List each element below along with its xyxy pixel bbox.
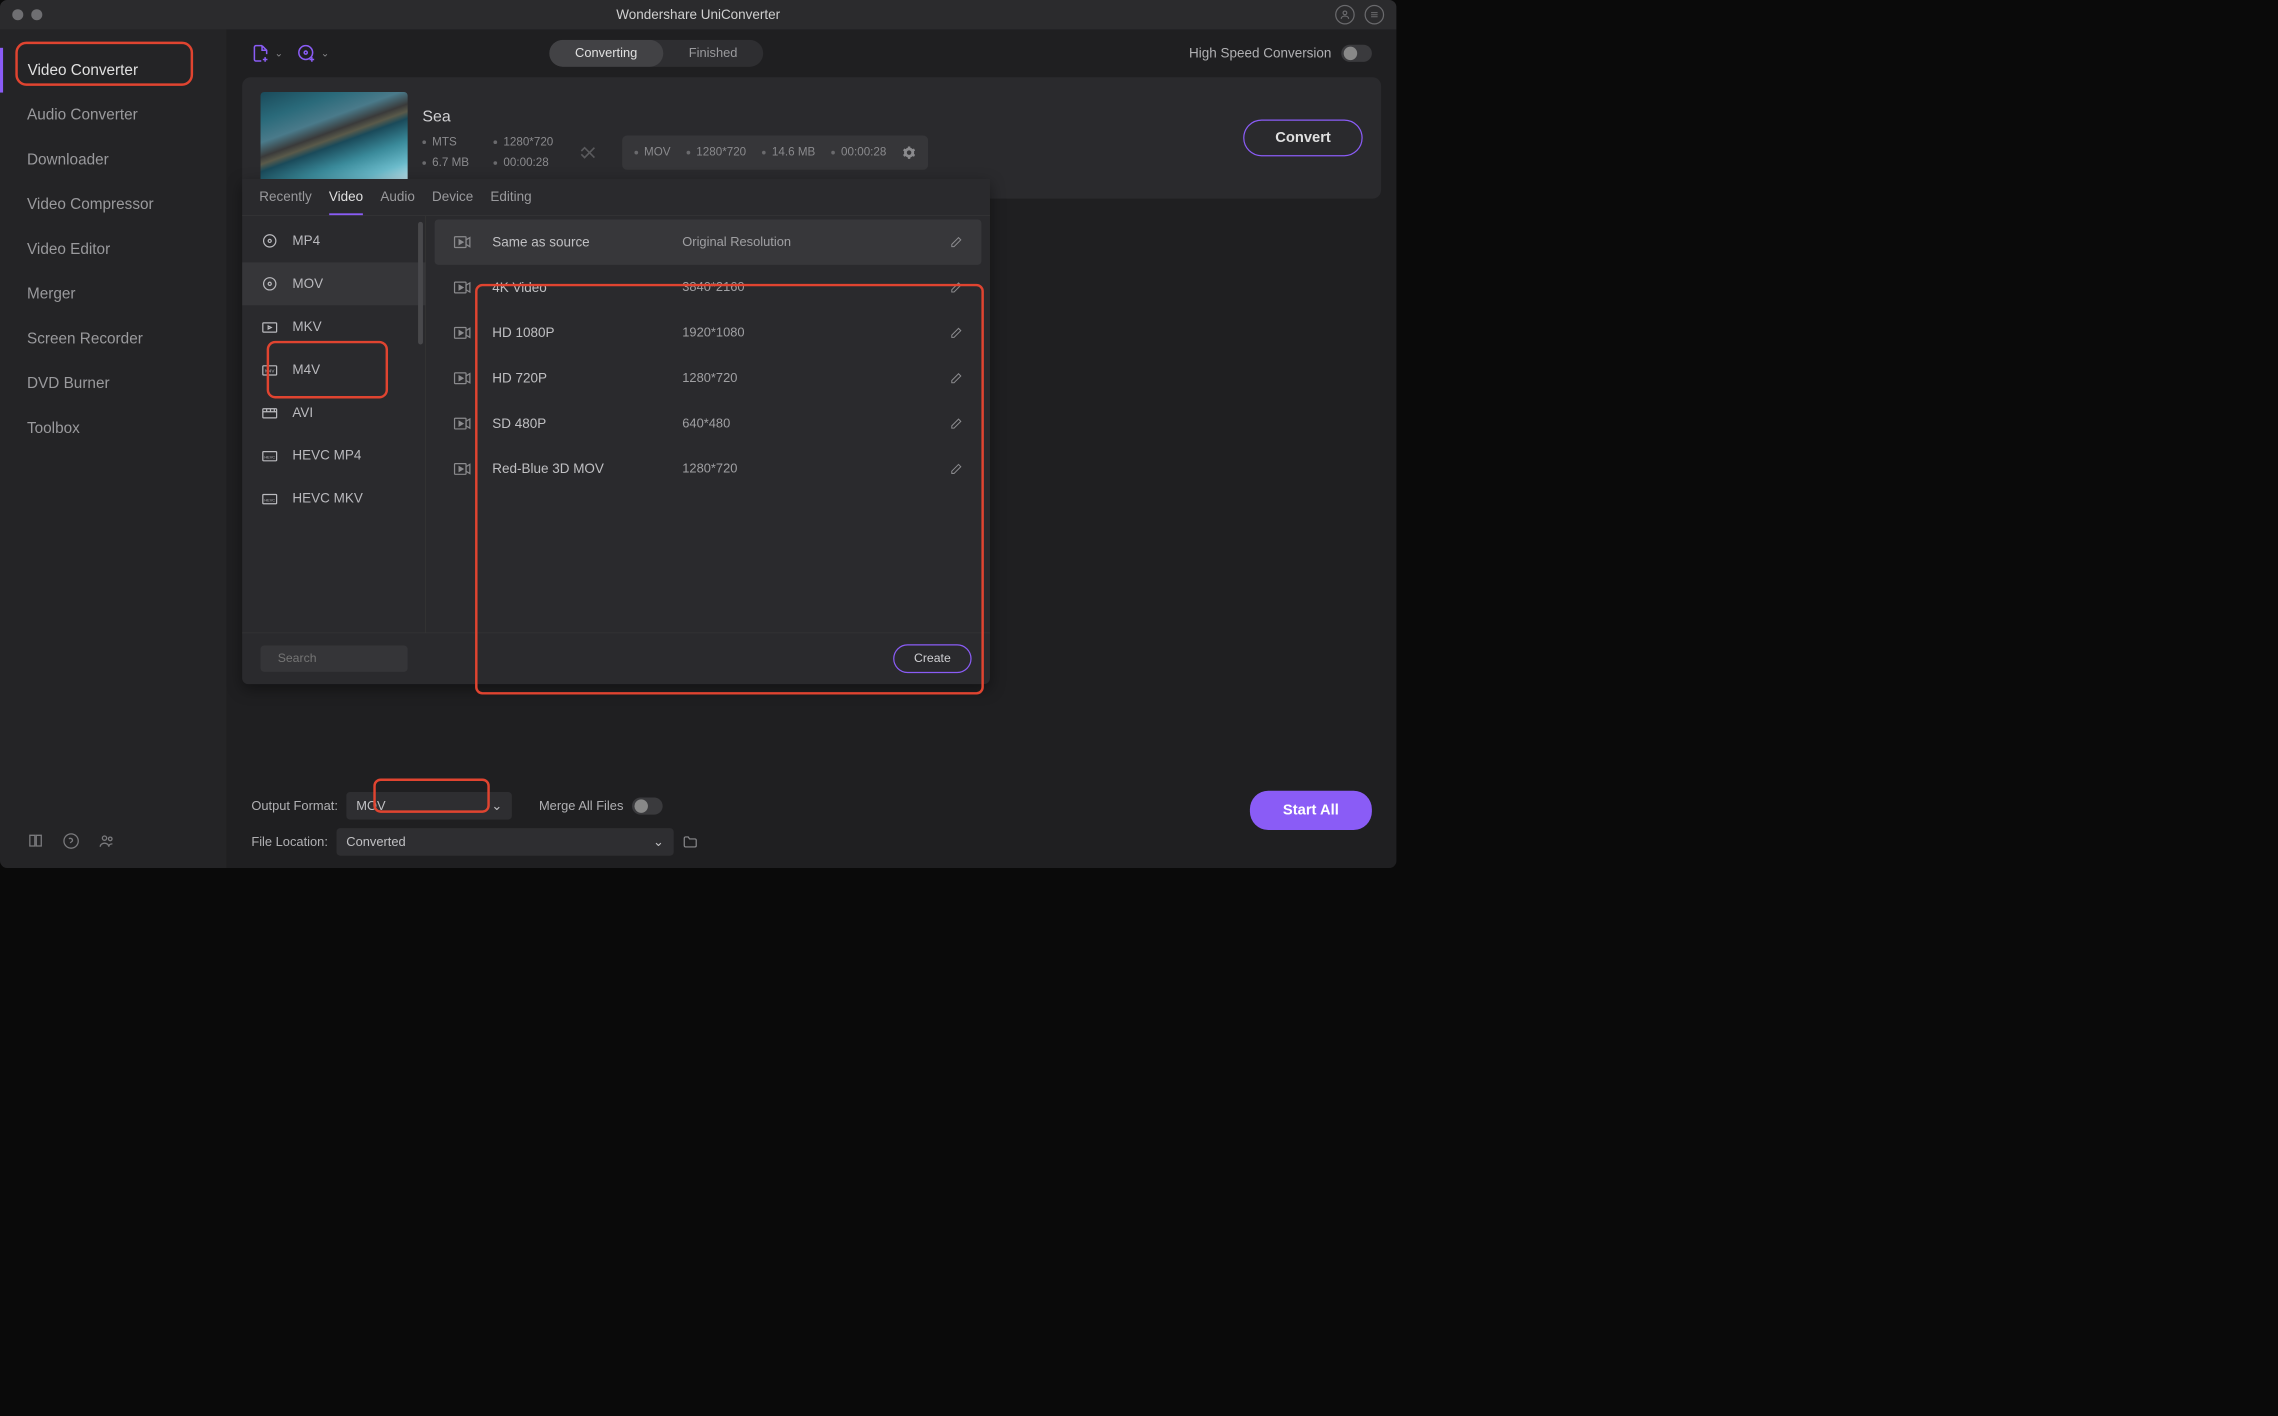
window-controls [0, 9, 42, 20]
help-icon[interactable] [63, 832, 80, 849]
format-item-hevc-mkv[interactable]: HEVCHEVC MKV [242, 477, 425, 520]
book-icon[interactable] [27, 832, 44, 849]
sidebar-item-merger[interactable]: Merger [2, 272, 226, 317]
video-icon [453, 235, 475, 250]
preset-same-as-source[interactable]: Same as source Original Resolution [435, 219, 982, 264]
preset-480p[interactable]: SD 480P 640*480 [435, 401, 982, 446]
high-speed-toggle[interactable] [1341, 45, 1372, 62]
search-field[interactable] [278, 652, 440, 666]
scrollbar[interactable] [418, 222, 423, 345]
status-segmented-control: Converting Finished [549, 40, 763, 67]
add-disc-button[interactable]: ⌄ [298, 44, 330, 62]
swap-icon [578, 143, 598, 163]
folder-icon[interactable] [682, 834, 698, 850]
src-resolution: 1280*720 [503, 135, 553, 148]
format-list: MP4 MOV MKV M4VM4V AVI HEVCHEVC MP4 HEVC… [242, 216, 426, 633]
edit-icon[interactable] [950, 235, 963, 248]
sidebar-item-toolbox[interactable]: Toolbox [2, 406, 226, 451]
sidebar-item-screen-recorder[interactable]: Screen Recorder [2, 316, 226, 361]
output-format-label: Output Format: [251, 798, 338, 813]
src-duration: 00:00:28 [503, 156, 548, 169]
format-item-mkv[interactable]: MKV [242, 305, 425, 348]
sidebar-item-dvd-burner[interactable]: DVD Burner [2, 361, 226, 406]
out-format: MOV [644, 146, 671, 159]
video-icon [453, 462, 475, 477]
file-name: Sea [422, 106, 1228, 125]
segment-converting[interactable]: Converting [549, 40, 663, 67]
add-file-button[interactable]: ⌄ [251, 44, 283, 62]
preset-1080p[interactable]: HD 1080P 1920*1080 [435, 310, 982, 355]
chevron-down-icon: ⌄ [653, 834, 664, 849]
tab-editing[interactable]: Editing [490, 189, 531, 215]
search-input[interactable] [261, 645, 408, 671]
preset-4k[interactable]: 4K Video 3840*2160 [435, 265, 982, 310]
output-format-select[interactable]: MOV ⌄ [346, 792, 512, 820]
edit-icon[interactable] [950, 281, 963, 294]
chevron-down-icon: ⌄ [491, 798, 502, 813]
sidebar: Video Converter Audio Converter Download… [0, 29, 227, 868]
tab-device[interactable]: Device [432, 189, 473, 215]
src-format: MTS [432, 135, 457, 148]
svg-text:M4V: M4V [265, 369, 275, 374]
high-speed-label: High Speed Conversion [1189, 45, 1331, 61]
convert-button[interactable]: Convert [1243, 120, 1362, 157]
svg-text:HEVC: HEVC [264, 498, 275, 502]
tab-video[interactable]: Video [329, 189, 363, 215]
preset-3d-mov[interactable]: Red-Blue 3D MOV 1280*720 [435, 446, 982, 491]
edit-icon[interactable] [950, 371, 963, 384]
src-size: 6.7 MB [432, 156, 469, 169]
close-window-button[interactable] [12, 9, 23, 20]
tab-recently[interactable]: Recently [259, 189, 311, 215]
merge-label: Merge All Files [539, 798, 623, 813]
edit-icon[interactable] [950, 326, 963, 339]
out-resolution: 1280*720 [696, 146, 746, 159]
file-location-label: File Location: [251, 835, 328, 850]
svg-text:HEVC: HEVC [264, 456, 275, 460]
video-icon [453, 280, 475, 295]
output-format-chip[interactable]: MOV 1280*720 14.6 MB 00:00:28 [622, 135, 928, 169]
sidebar-item-video-compressor[interactable]: Video Compressor [2, 182, 226, 227]
format-panel: Recently Video Audio Device Editing MP4 … [242, 179, 990, 684]
segment-finished[interactable]: Finished [663, 40, 763, 67]
tab-audio[interactable]: Audio [380, 189, 415, 215]
minimize-window-button[interactable] [31, 9, 42, 20]
account-icon[interactable] [1335, 5, 1355, 25]
video-icon [453, 371, 475, 386]
edit-icon[interactable] [950, 417, 963, 430]
format-item-m4v[interactable]: M4VM4V [242, 348, 425, 391]
format-item-mov[interactable]: MOV [242, 262, 425, 305]
out-duration: 00:00:28 [841, 146, 886, 159]
chevron-down-icon: ⌄ [321, 47, 329, 59]
file-thumbnail[interactable] [261, 92, 408, 184]
preset-720p[interactable]: HD 720P 1280*720 [435, 356, 982, 401]
sidebar-item-video-editor[interactable]: Video Editor [2, 227, 226, 272]
start-all-button[interactable]: Start All [1250, 791, 1372, 830]
edit-icon[interactable] [950, 462, 963, 475]
preset-list: Same as source Original Resolution 4K Vi… [426, 216, 990, 633]
menu-icon[interactable] [1365, 5, 1385, 25]
format-item-avi[interactable]: AVI [242, 391, 425, 434]
file-location-select[interactable]: Converted ⌄ [336, 828, 673, 856]
sidebar-item-audio-converter[interactable]: Audio Converter [2, 93, 226, 138]
chevron-down-icon: ⌄ [275, 47, 283, 59]
sidebar-item-video-converter[interactable]: Video Converter [0, 48, 227, 93]
merge-toggle[interactable] [632, 797, 663, 814]
sidebar-item-downloader[interactable]: Downloader [2, 137, 226, 182]
people-icon[interactable] [98, 832, 115, 849]
video-icon [453, 416, 475, 431]
format-item-hevc-mp4[interactable]: HEVCHEVC MP4 [242, 434, 425, 477]
window-title: Wondershare UniConverter [616, 7, 780, 23]
gear-icon[interactable] [902, 146, 915, 159]
create-button[interactable]: Create [893, 644, 971, 673]
video-icon [453, 326, 475, 341]
toolbar: ⌄ ⌄ Converting Finished High Speed Conve… [227, 29, 1397, 77]
titlebar: Wondershare UniConverter [0, 0, 1396, 29]
format-item-mp4[interactable]: MP4 [242, 219, 425, 262]
out-size: 14.6 MB [772, 146, 815, 159]
